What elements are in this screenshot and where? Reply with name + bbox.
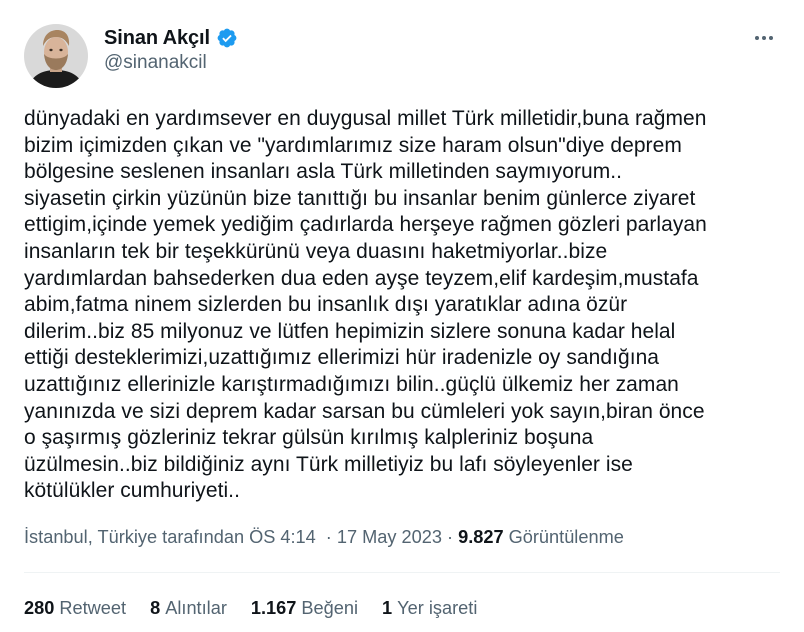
author-name-row[interactable]: Sinan Akçıl [104,26,238,50]
tweet-date[interactable]: 17 May 2023 [337,527,442,548]
retweet-stat[interactable]: 280 Retweet [24,598,126,619]
tweet-time[interactable]: ÖS 4:14 [249,527,316,548]
meta-separator: · [447,527,454,547]
like-label: Beğeni [301,598,359,618]
retweet-count: 280 [24,598,55,618]
like-count: 1.167 [250,598,297,618]
tweet-text: dünyadaki en yardımsever en duygusal mil… [24,107,707,503]
quote-count: 8 [150,598,161,618]
bookmark-count: 1 [382,598,393,618]
avatar[interactable] [24,24,88,88]
tweet-location: İstanbul, Türkiye tarafından [24,527,245,547]
bookmark-stat[interactable]: 1 Yer işareti [382,598,477,619]
like-stat[interactable]: 1.167 Beğeni [251,598,358,619]
views-label: Görüntülenme [508,527,624,547]
avatar-image [24,24,88,88]
divider [24,572,780,573]
retweet-label: Retweet [59,598,127,618]
stats-row: 280 Retweet 8 Alıntılar 1.167 Beğeni 1 Y… [24,598,477,619]
more-dots-icon [755,36,773,40]
meta-separator: · [325,527,332,547]
quote-stat[interactable]: 8 Alıntılar [150,598,227,619]
author-display-name[interactable]: Sinan Akçıl [104,27,210,50]
verified-badge-icon[interactable] [216,27,238,49]
quote-label: Alıntılar [165,598,227,618]
bookmark-label: Yer işareti [397,598,478,618]
more-options-button[interactable] [752,26,776,50]
tweet-card: Sinan Akçıl @sinanakcil dünyadaki en yar… [0,0,804,632]
views-count: 9.827 [458,527,504,547]
tweet-meta: İstanbul, Türkiye tarafından ÖS 4:14 · 1… [24,527,624,548]
author-handle[interactable]: @sinanakcil [104,52,207,74]
